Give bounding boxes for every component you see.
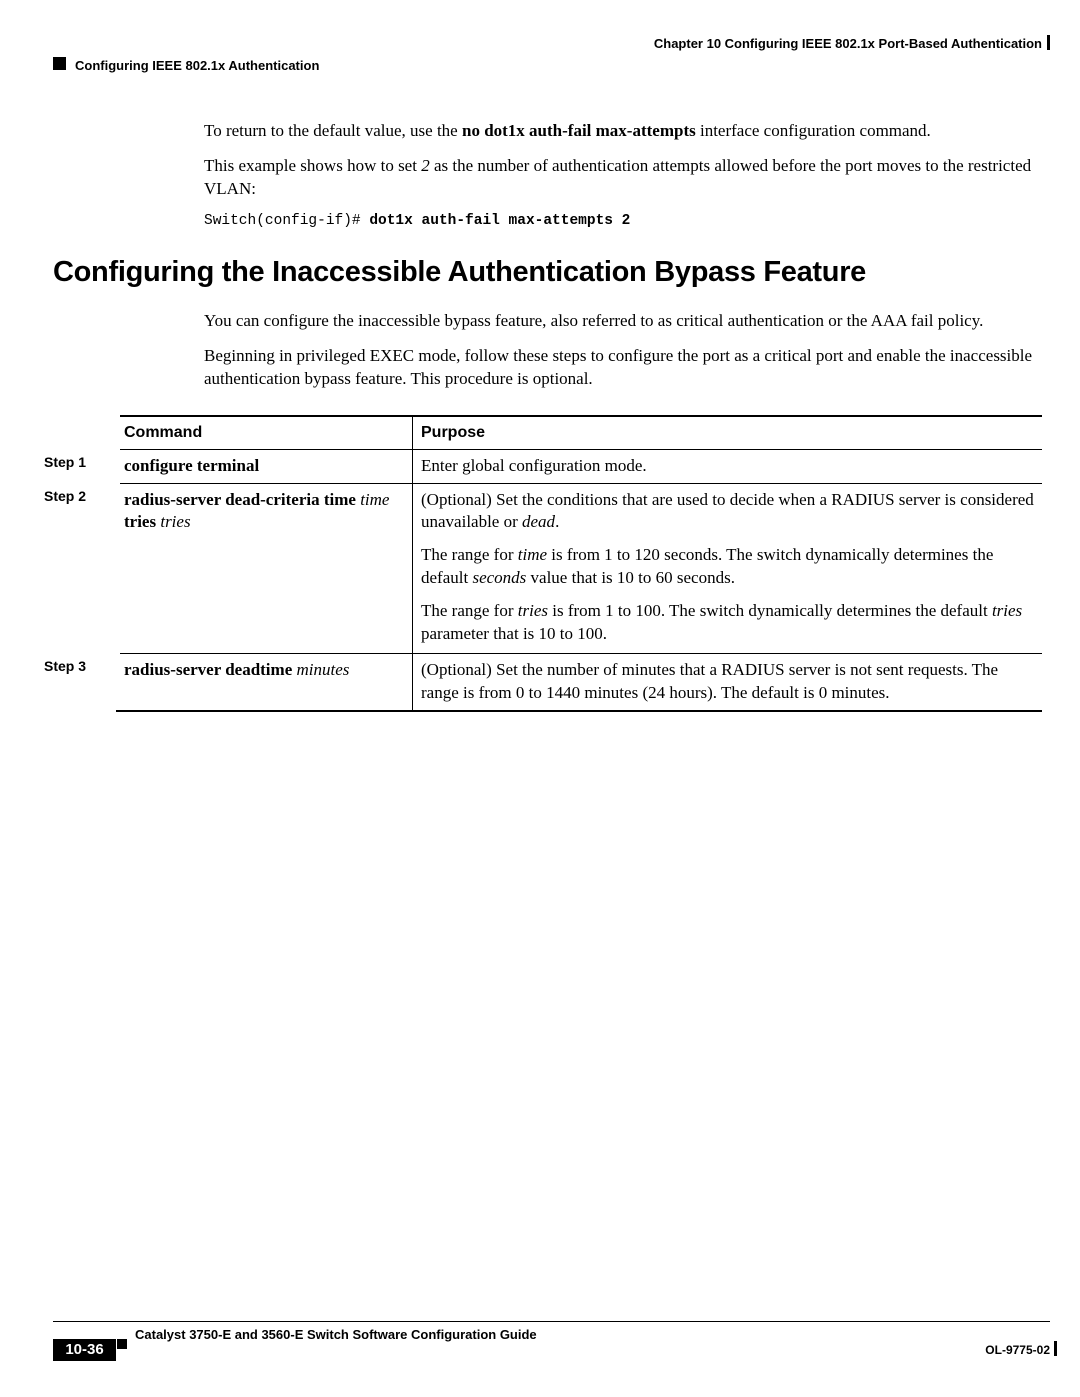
table-step-header bbox=[44, 415, 120, 425]
header-chapter: Chapter 10 Configuring IEEE 802.1x Port-… bbox=[654, 36, 1042, 51]
text: (Optional) Set the conditions that are u… bbox=[421, 490, 1034, 532]
command-cell: configure terminal bbox=[120, 449, 412, 483]
command-text: tries bbox=[124, 512, 160, 531]
text: The range for bbox=[421, 545, 518, 564]
footer-rule bbox=[53, 1321, 1050, 1322]
keyword-text: seconds bbox=[472, 568, 526, 587]
purpose-cell: (Optional) Set the number of minutes tha… bbox=[412, 653, 1042, 710]
text: This example shows how to set bbox=[204, 156, 421, 175]
section-intro: You can configure the inaccessible bypas… bbox=[204, 310, 1042, 403]
value-text: 2 bbox=[421, 156, 430, 175]
command-table: Command Purpose Step 1 configure termina… bbox=[44, 415, 1042, 712]
intro-block: To return to the default value, use the … bbox=[204, 120, 1042, 239]
table-row: Step 1 configure terminal Enter global c… bbox=[44, 449, 1042, 483]
command-text: configure terminal bbox=[124, 456, 259, 475]
table-header-row: Command Purpose bbox=[44, 415, 1042, 449]
header-tick-icon bbox=[1047, 35, 1050, 50]
header-square-icon bbox=[53, 57, 66, 70]
text: To return to the default value, use the bbox=[204, 121, 462, 140]
purpose-cell: (Optional) Set the conditions that are u… bbox=[412, 483, 1042, 654]
section-para-2: Beginning in privileged EXEC mode, follo… bbox=[204, 345, 1042, 391]
purpose-para: (Optional) Set the conditions that are u… bbox=[421, 489, 1038, 535]
table-row: Step 2 radius-server dead-criteria time … bbox=[44, 483, 1042, 654]
section-para-1: You can configure the inaccessible bypas… bbox=[204, 310, 1042, 333]
step-label: Step 3 bbox=[44, 653, 120, 679]
text: parameter that is 10 to 100. bbox=[421, 624, 607, 643]
table-command-header: Command bbox=[120, 415, 412, 449]
intro-para-1: To return to the default value, use the … bbox=[204, 120, 1042, 143]
section-heading: Configuring the Inaccessible Authenticat… bbox=[53, 256, 866, 289]
page-header: Chapter 10 Configuring IEEE 802.1x Port-… bbox=[0, 36, 1080, 54]
param-text: minutes bbox=[297, 660, 350, 679]
step-label: Step 1 bbox=[44, 449, 120, 475]
param-text: tries bbox=[160, 512, 190, 531]
command-text: radius-server dead-criteria time bbox=[124, 490, 360, 509]
table-bottom-rule bbox=[116, 710, 1042, 712]
code-command: dot1x auth-fail max-attempts 2 bbox=[369, 213, 630, 229]
command-cell: radius-server deadtime minutes bbox=[120, 653, 412, 687]
purpose-para: The range for tries is from 1 to 100. Th… bbox=[421, 600, 1038, 646]
header-section: Configuring IEEE 802.1x Authentication bbox=[75, 58, 319, 73]
intro-para-2: This example shows how to set 2 as the n… bbox=[204, 155, 1042, 201]
command-text: no dot1x auth-fail max-attempts bbox=[462, 121, 696, 140]
command-cell: radius-server dead-criteria time time tr… bbox=[120, 483, 412, 540]
page-footer: Catalyst 3750-E and 3560-E Switch Softwa… bbox=[53, 1321, 1050, 1369]
param-text: time bbox=[360, 490, 389, 509]
purpose-cell: Enter global configuration mode. bbox=[412, 449, 1042, 483]
text: is from 1 to 100. The switch dynamically… bbox=[548, 601, 992, 620]
footer-square-icon bbox=[117, 1339, 127, 1349]
table-purpose-header: Purpose bbox=[412, 415, 1042, 449]
text: The range for bbox=[421, 601, 518, 620]
text: value that is 10 to 60 seconds. bbox=[526, 568, 735, 587]
purpose-para: The range for time is from 1 to 120 seco… bbox=[421, 544, 1038, 590]
text: interface configuration command. bbox=[696, 121, 931, 140]
footer-document-id: OL-9775-02 bbox=[985, 1343, 1050, 1357]
keyword-text: dead bbox=[522, 512, 555, 531]
step-label: Step 2 bbox=[44, 483, 120, 509]
keyword-text: tries bbox=[992, 601, 1022, 620]
keyword-text: tries bbox=[518, 601, 548, 620]
footer-page-number: 10-36 bbox=[53, 1339, 116, 1361]
text: . bbox=[555, 512, 559, 531]
keyword-text: time bbox=[518, 545, 547, 564]
footer-tick-icon bbox=[1054, 1341, 1057, 1356]
code-example: Switch(config-if)# dot1x auth-fail max-a… bbox=[204, 213, 1042, 229]
code-prompt: Switch(config-if)# bbox=[204, 213, 369, 229]
command-text: radius-server deadtime bbox=[124, 660, 297, 679]
table-row: Step 3 radius-server deadtime minutes (O… bbox=[44, 653, 1042, 710]
page: Chapter 10 Configuring IEEE 802.1x Port-… bbox=[0, 0, 1080, 1397]
footer-guide-title: Catalyst 3750-E and 3560-E Switch Softwa… bbox=[135, 1327, 537, 1342]
